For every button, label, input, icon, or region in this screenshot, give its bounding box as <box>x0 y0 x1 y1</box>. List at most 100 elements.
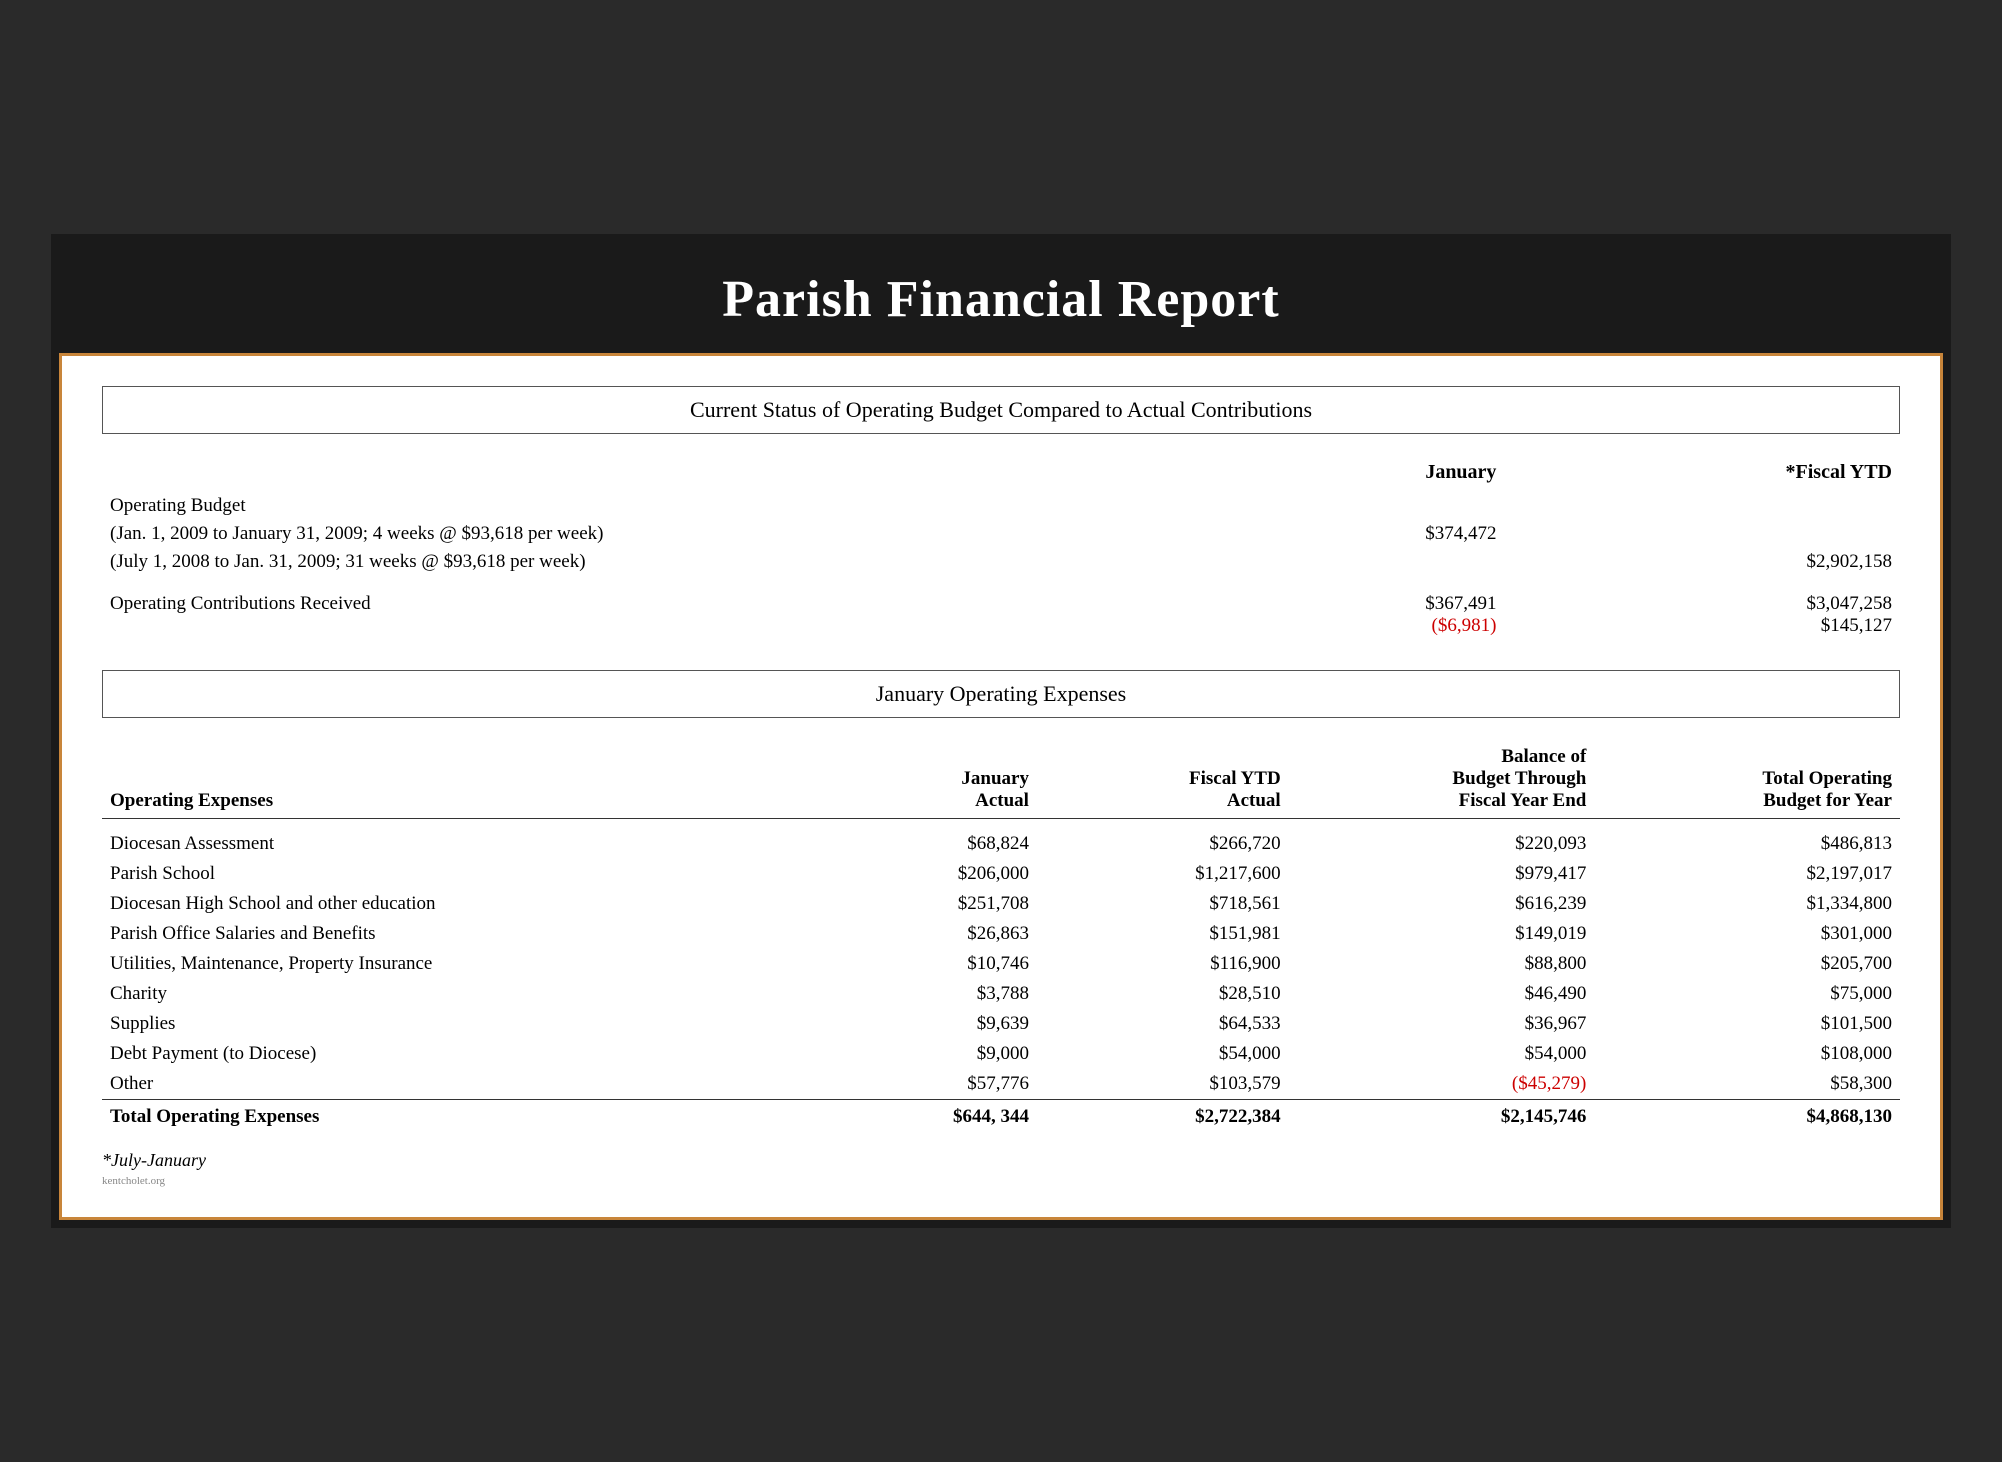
row-ytd: $28,510 <box>1037 979 1289 1009</box>
exp-balance-header: Balance ofBudget ThroughFiscal Year End <box>1289 742 1595 819</box>
total-balance: $2,145,746 <box>1289 1099 1595 1132</box>
expense-row: Charity $3,788 $28,510 $46,490 $75,000 <box>102 979 1900 1009</box>
expense-row: Other $57,776 $103,579 ($45,279) $58,300 <box>102 1069 1900 1100</box>
ob-line2-row: (July 1, 2008 to Jan. 31, 2009; 31 weeks… <box>102 548 1900 576</box>
exp-label-header: Operating Expenses <box>102 742 785 819</box>
row-ytd: $64,533 <box>1037 1009 1289 1039</box>
expense-row: Utilities, Maintenance, Property Insuran… <box>102 949 1900 979</box>
row-balance: $88,800 <box>1289 949 1595 979</box>
ob-line1-ytd <box>1504 520 1900 548</box>
section1-title: Current Status of Operating Budget Compa… <box>690 397 1312 422</box>
row-label: Parish School <box>102 859 785 889</box>
expense-row: Diocesan High School and other education… <box>102 889 1900 919</box>
spacer-row <box>102 576 1900 590</box>
row-label: Parish Office Salaries and Benefits <box>102 919 785 949</box>
row-total: $1,334,800 <box>1594 889 1900 919</box>
expense-rows-body: Diocesan Assessment $68,824 $266,720 $22… <box>102 829 1900 1100</box>
row-total: $108,000 <box>1594 1039 1900 1069</box>
row-label: Debt Payment (to Diocese) <box>102 1039 785 1069</box>
section1-box: Current Status of Operating Budget Compa… <box>102 386 1900 434</box>
top-ytd-header: *Fiscal YTD <box>1504 458 1900 492</box>
row-total: $205,700 <box>1594 949 1900 979</box>
row-ytd: $151,981 <box>1037 919 1289 949</box>
expense-row: Diocesan Assessment $68,824 $266,720 $22… <box>102 829 1900 859</box>
row-balance: $616,239 <box>1289 889 1595 919</box>
section2-title: January Operating Expenses <box>876 681 1126 706</box>
row-label: Other <box>102 1069 785 1100</box>
expense-row: Debt Payment (to Diocese) $9,000 $54,000… <box>102 1039 1900 1069</box>
row-ytd: $266,720 <box>1037 829 1289 859</box>
footnote: *July-January <box>102 1150 1900 1171</box>
row-ytd: $103,579 <box>1037 1069 1289 1100</box>
ob-main-row: Operating Budget <box>102 492 1900 520</box>
header-bar: Parish Financial Report <box>59 242 1943 353</box>
row-label: Diocesan High School and other education <box>102 889 785 919</box>
contrib-jan-diff: ($6,981) <box>1189 615 1497 637</box>
bottom-section: January Operating Expenses Operating Exp… <box>102 670 1900 1187</box>
row-total: $75,000 <box>1594 979 1900 1009</box>
row-jan: $251,708 <box>785 889 1037 919</box>
top-label-header <box>102 458 1181 492</box>
row-jan: $10,746 <box>785 949 1037 979</box>
row-jan: $3,788 <box>785 979 1037 1009</box>
row-balance: ($45,279) <box>1289 1069 1595 1100</box>
row-jan: $9,000 <box>785 1039 1037 1069</box>
ob-jan-empty <box>1181 492 1505 520</box>
ob-line1-row: (Jan. 1, 2009 to January 31, 2009; 4 wee… <box>102 520 1900 548</box>
expense-row: Supplies $9,639 $64,533 $36,967 $101,500 <box>102 1009 1900 1039</box>
row-balance: $220,093 <box>1289 829 1595 859</box>
ob-line1-jan: $374,472 <box>1181 520 1505 548</box>
exp-header-row: Operating Expenses JanuaryActual Fiscal … <box>102 742 1900 819</box>
row-balance: $46,490 <box>1289 979 1595 1009</box>
row-ytd: $718,561 <box>1037 889 1289 919</box>
row-total: $301,000 <box>1594 919 1900 949</box>
page-title: Parish Financial Report <box>79 270 1923 329</box>
contrib-ytd-value: $3,047,258 <box>1512 593 1892 615</box>
row-label: Diocesan Assessment <box>102 829 785 859</box>
contrib-ytd-diff: $145,127 <box>1512 615 1892 637</box>
row-balance: $36,967 <box>1289 1009 1595 1039</box>
total-row: Total Operating Expenses $644, 344 $2,72… <box>102 1099 1900 1132</box>
contrib-ytd: $3,047,258 $145,127 <box>1504 590 1900 640</box>
expense-row: Parish School $206,000 $1,217,600 $979,4… <box>102 859 1900 889</box>
row-balance: $54,000 <box>1289 1039 1595 1069</box>
contrib-row: Operating Contributions Received $367,49… <box>102 590 1900 640</box>
row-jan: $9,639 <box>785 1009 1037 1039</box>
total-jan: $644, 344 <box>785 1099 1037 1132</box>
exp-jan-header: JanuaryActual <box>785 742 1037 819</box>
row-label: Supplies <box>102 1009 785 1039</box>
top-header-row: January *Fiscal YTD <box>102 458 1900 492</box>
contrib-label: Operating Contributions Received <box>102 590 1181 640</box>
total-label: Total Operating Expenses <box>102 1099 785 1132</box>
watermark: kentcholet.org <box>102 1175 1900 1187</box>
ob-label: Operating Budget <box>102 492 1181 520</box>
total-ytd: $2,722,384 <box>1037 1099 1289 1132</box>
ob-line2-jan <box>1181 548 1505 576</box>
row-jan: $68,824 <box>785 829 1037 859</box>
row-total: $101,500 <box>1594 1009 1900 1039</box>
ob-line2-ytd: $2,902,158 <box>1504 548 1900 576</box>
outer-container: Parish Financial Report Current Status o… <box>51 234 1951 1228</box>
exp-total-header: Total OperatingBudget for Year <box>1594 742 1900 819</box>
row-jan: $206,000 <box>785 859 1037 889</box>
ob-ytd-empty <box>1504 492 1900 520</box>
row-jan: $57,776 <box>785 1069 1037 1100</box>
main-content: Current Status of Operating Budget Compa… <box>59 353 1943 1220</box>
row-ytd: $116,900 <box>1037 949 1289 979</box>
contrib-jan-value: $367,491 <box>1189 593 1497 615</box>
row-jan: $26,863 <box>785 919 1037 949</box>
top-section: Current Status of Operating Budget Compa… <box>102 386 1900 640</box>
top-table: January *Fiscal YTD Operating Budget (Ja… <box>102 458 1900 640</box>
row-balance: $149,019 <box>1289 919 1595 949</box>
row-label: Charity <box>102 979 785 1009</box>
spacer-row2 <box>102 819 1900 829</box>
top-jan-header: January <box>1181 458 1505 492</box>
row-total: $58,300 <box>1594 1069 1900 1100</box>
row-ytd: $1,217,600 <box>1037 859 1289 889</box>
exp-ytd-header: Fiscal YTDActual <box>1037 742 1289 819</box>
expense-row: Parish Office Salaries and Benefits $26,… <box>102 919 1900 949</box>
row-ytd: $54,000 <box>1037 1039 1289 1069</box>
ob-line1-label: (Jan. 1, 2009 to January 31, 2009; 4 wee… <box>102 520 1181 548</box>
contrib-jan: $367,491 ($6,981) <box>1181 590 1505 640</box>
row-total: $486,813 <box>1594 829 1900 859</box>
